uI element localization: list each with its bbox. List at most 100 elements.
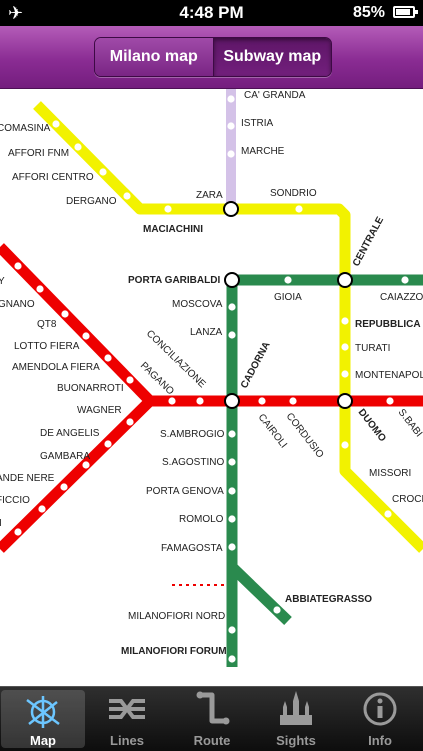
tab-lines[interactable]: Lines: [85, 687, 169, 751]
station-label[interactable]: REPUBBLICA: [355, 319, 421, 330]
station-label[interactable]: LANZA: [190, 327, 223, 338]
station-label[interactable]: MONTENAPOL: [355, 370, 423, 381]
station-dot[interactable]: [14, 262, 22, 270]
tab-route[interactable]: Route: [170, 687, 254, 751]
tab-map[interactable]: Map: [1, 690, 85, 748]
station-label[interactable]: SONDRIO: [270, 188, 317, 199]
station-dot[interactable]: [168, 397, 176, 405]
station-label[interactable]: MOSCOVA: [172, 299, 223, 310]
station-label[interactable]: S.BABI: [396, 407, 423, 439]
station-dot[interactable]: [104, 440, 112, 448]
station-label[interactable]: MILANOFIORI FORUM: [121, 646, 227, 657]
station-label[interactable]: CADORNA: [239, 340, 273, 390]
station-label[interactable]: AFFORI FNM: [8, 148, 69, 159]
station-label[interactable]: ROMOLO: [179, 514, 224, 525]
station-label[interactable]: CA' GRANDA: [244, 90, 306, 101]
station-label[interactable]: TURATI: [355, 343, 390, 354]
station-dot[interactable]: [126, 418, 134, 426]
station-dot[interactable]: [74, 143, 82, 151]
station-label[interactable]: MILANOFIORI NORD: [128, 611, 225, 622]
station-dot[interactable]: [228, 515, 236, 523]
station-dot[interactable]: [228, 543, 236, 551]
station-label[interactable]: AMENDOLA FIERA: [12, 362, 100, 373]
station-label[interactable]: MISSORI: [369, 468, 411, 479]
station-dot[interactable]: [227, 95, 235, 103]
interchange-centrale[interactable]: [337, 272, 353, 288]
station-dot[interactable]: [14, 528, 22, 536]
station-label[interactable]: PORTA GENOVA: [146, 486, 224, 497]
station-label[interactable]: BUONARROTI: [57, 383, 124, 394]
station-dot[interactable]: [52, 120, 60, 128]
station-dot[interactable]: [289, 397, 297, 405]
station-label[interactable]: DUOMO: [356, 407, 388, 444]
interchange-duomo[interactable]: [337, 393, 353, 409]
station-label[interactable]: DERGANO: [66, 196, 117, 207]
station-dot[interactable]: [227, 150, 235, 158]
station-dot[interactable]: [228, 331, 236, 339]
station-dot[interactable]: [228, 430, 236, 438]
station-label[interactable]: GAMBARA: [40, 451, 90, 462]
station-label[interactable]: MACIACHINI: [143, 224, 203, 235]
station-label[interactable]: FAMAGOSTA: [161, 543, 223, 554]
station-dot[interactable]: [82, 461, 90, 469]
station-label[interactable]: CAIAZZO: [380, 292, 423, 303]
station-dot[interactable]: [104, 354, 112, 362]
station-dot[interactable]: [284, 276, 292, 284]
station-label[interactable]: DE ANGELIS: [40, 428, 100, 439]
station-dot[interactable]: [164, 205, 172, 213]
station-dot[interactable]: [386, 397, 394, 405]
station-dot[interactable]: [341, 441, 349, 449]
station-dot[interactable]: [123, 192, 131, 200]
station-dot[interactable]: [126, 376, 134, 384]
station-dot[interactable]: [341, 317, 349, 325]
station-label[interactable]: QT8: [37, 319, 57, 330]
station-dot[interactable]: [228, 458, 236, 466]
station-label[interactable]: I: [0, 518, 2, 529]
station-dot[interactable]: [61, 310, 69, 318]
station-dot[interactable]: [228, 303, 236, 311]
station-dot[interactable]: [227, 122, 235, 130]
station-dot[interactable]: [196, 397, 204, 405]
station-label[interactable]: AFFORI CENTRO: [12, 172, 94, 183]
station-dot[interactable]: [401, 276, 409, 284]
station-dot[interactable]: [258, 397, 266, 405]
station-dot[interactable]: [273, 606, 281, 614]
station-label[interactable]: CROCE: [392, 494, 423, 505]
tab-info[interactable]: Info: [338, 687, 422, 751]
station-label[interactable]: S.AMBROGIO: [160, 429, 225, 440]
station-label[interactable]: ISTRIA: [241, 118, 274, 129]
station-label[interactable]: ABBIATEGRASSO: [285, 594, 372, 605]
station-label[interactable]: FICCIO: [0, 495, 30, 506]
station-dot[interactable]: [60, 483, 68, 491]
station-dot[interactable]: [228, 655, 236, 663]
station-label[interactable]: CORDUSIO: [284, 411, 326, 460]
tab-sights[interactable]: Sights: [254, 687, 338, 751]
station-dot[interactable]: [341, 343, 349, 351]
interchange-cadorna[interactable]: [224, 393, 240, 409]
station-dot[interactable]: [36, 285, 44, 293]
station-dot[interactable]: [341, 370, 349, 378]
station-dot[interactable]: [228, 487, 236, 495]
interchange-zara[interactable]: [223, 201, 239, 217]
station-label[interactable]: COMASINA: [0, 123, 51, 134]
station-dot[interactable]: [384, 510, 392, 518]
milano-map-segment[interactable]: Milano map: [95, 38, 213, 76]
station-label[interactable]: S.AGOSTINO: [162, 457, 224, 468]
station-dot[interactable]: [228, 626, 236, 634]
subway-map-segment[interactable]: Subway map: [212, 38, 331, 76]
station-dot[interactable]: [38, 505, 46, 513]
station-label[interactable]: GNANO: [0, 299, 35, 310]
station-label[interactable]: GIOIA: [274, 292, 302, 303]
station-label[interactable]: MARCHE: [241, 146, 285, 157]
station-dot[interactable]: [99, 168, 107, 176]
station-label[interactable]: PORTA GARIBALDI: [128, 275, 220, 286]
station-dot[interactable]: [82, 332, 90, 340]
station-label[interactable]: ANDE NERE: [0, 473, 55, 484]
interchange-porta-garibaldi[interactable]: [224, 272, 240, 288]
station-label[interactable]: ZARA: [196, 190, 223, 201]
station-label[interactable]: WAGNER: [77, 405, 122, 416]
station-dot[interactable]: [295, 205, 303, 213]
station-label[interactable]: Y: [0, 276, 5, 287]
station-label[interactable]: CENTRALE: [351, 215, 386, 269]
subway-map[interactable]: CA' GRANDA ISTRIA MARCHE COMASINA AFFORI…: [0, 89, 423, 685]
